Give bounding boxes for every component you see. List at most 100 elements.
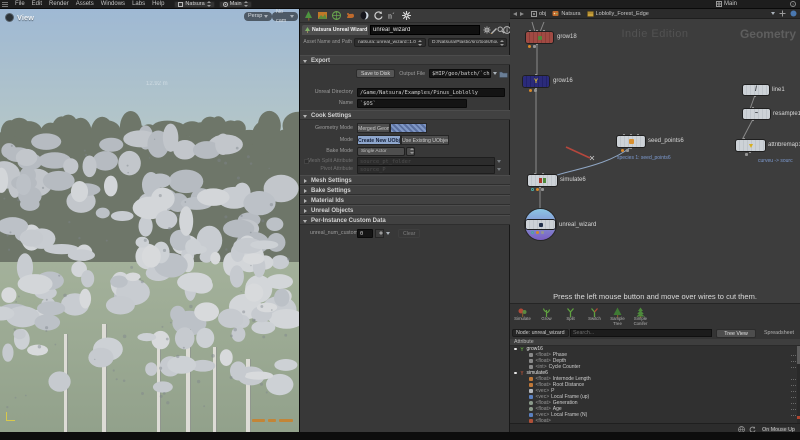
- more-icon[interactable]: [791, 402, 792, 404]
- animal-tool-icon[interactable]: [345, 10, 356, 21]
- menu-windows[interactable]: Windows: [101, 1, 125, 7]
- node-flags[interactable]: [531, 231, 544, 234]
- gear-icon[interactable]: [401, 10, 412, 21]
- menu-labs[interactable]: Labs: [132, 1, 145, 7]
- node-flags[interactable]: [529, 89, 537, 92]
- persp-button[interactable]: Persp: [244, 12, 273, 21]
- bake-mode-select[interactable]: Single Actor: [357, 146, 405, 156]
- asset-icon: [305, 27, 310, 33]
- more-icon[interactable]: [791, 408, 792, 410]
- forward-icon[interactable]: [520, 11, 524, 16]
- more-icon[interactable]: [791, 360, 792, 362]
- tree-view-button[interactable]: Tree View: [716, 328, 756, 338]
- tool-split[interactable]: Split: [559, 305, 582, 327]
- menu-edit[interactable]: Edit: [32, 1, 42, 7]
- tree-tool-icon[interactable]: [303, 10, 314, 21]
- more-icon[interactable]: [791, 378, 792, 380]
- node-grow16[interactable]: Y: [523, 76, 549, 87]
- scene-selector[interactable]: Main: [218, 0, 252, 8]
- node-flags[interactable]: [531, 188, 544, 191]
- spreadsheet-view-button[interactable]: Spreadsheet View: [758, 329, 800, 345]
- material-ids-header[interactable]: Material Ids: [300, 195, 510, 205]
- parameter-tab[interactable]: Natsura Unreal Wizard: [302, 25, 368, 35]
- more-icon[interactable]: [791, 414, 792, 416]
- export-section-header[interactable]: Export: [300, 55, 510, 65]
- pin-icon[interactable]: [779, 10, 786, 17]
- node-unreal-wizard[interactable]: [526, 220, 555, 229]
- node-line1[interactable]: /: [743, 85, 769, 95]
- wireframe-globe-icon[interactable]: [331, 10, 342, 21]
- mesh-settings-header[interactable]: Mesh Settings: [300, 175, 510, 185]
- geometry-mode-instanced[interactable]: [390, 122, 427, 133]
- custom-count-label: unreal_num_custom_...: [310, 230, 366, 236]
- menu-caret-icon[interactable]: [493, 72, 498, 75]
- unreal-directory-field[interactable]: /Game/Natsura/Examples/Pinus_Loblolly: [357, 87, 505, 97]
- mode-create-new[interactable]: Create New UObjects: [357, 134, 401, 145]
- geometry-mode-merged[interactable]: Merged Geometry: [357, 122, 390, 133]
- breadcrumb-natsura[interactable]: Natsura: [552, 10, 581, 17]
- cook-settings-header[interactable]: Cook Settings: [300, 110, 510, 120]
- node-simulate6[interactable]: [528, 175, 557, 186]
- desktop-selector[interactable]: Natsura: [174, 0, 215, 8]
- n-prime-icon[interactable]: n´: [387, 10, 398, 21]
- menu-caret-icon[interactable]: [386, 231, 390, 235]
- node-label: line1: [772, 87, 785, 93]
- asset-path-select[interactable]: D:/Natsura/Plastic/src/tools/houdini/hou…: [428, 38, 507, 47]
- path-menu-caret-icon[interactable]: [771, 12, 775, 15]
- attribute-column-header[interactable]: Attribute: [510, 339, 800, 346]
- tool-simple-conifer[interactable]: Simple Conifer: [629, 305, 652, 327]
- mode-use-existing[interactable]: Use Existing UObjects: [401, 134, 449, 145]
- tool-sample-tree[interactable]: Sample Tree: [606, 305, 629, 327]
- menu-file[interactable]: File: [15, 1, 25, 7]
- pivot-attribute-field[interactable]: source_P: [357, 164, 495, 174]
- hamburger-icon[interactable]: [2, 1, 8, 7]
- stepper-icon[interactable]: [375, 228, 384, 238]
- measure-label: 12.92 m: [146, 81, 168, 87]
- more-icon[interactable]: [791, 384, 792, 386]
- viewport-menu-icon[interactable]: [5, 13, 14, 22]
- mesh-split-checkbox[interactable]: [304, 158, 309, 164]
- per-instance-custom-data-header[interactable]: Per-Instance Custom Data: [300, 215, 510, 225]
- asset-name-select[interactable]: natsura::unreal_wizard::1.0: [354, 38, 426, 47]
- more-icon[interactable]: [791, 390, 792, 392]
- camera-button[interactable]: No cam: [272, 9, 298, 24]
- bake-mode-updown[interactable]: [406, 146, 415, 156]
- link-icon[interactable]: [790, 10, 797, 17]
- tool-simulate[interactable]: Simulate: [511, 305, 534, 327]
- node-flags[interactable]: [621, 149, 629, 152]
- node-name-input[interactable]: [370, 25, 480, 35]
- node-grow18[interactable]: [526, 32, 553, 43]
- pane-tab-main[interactable]: Main: [716, 1, 737, 7]
- output-file-field[interactable]: $HIP/geo/batch/`chs("nam: [429, 69, 492, 78]
- name-field[interactable]: `$OS`: [357, 98, 467, 108]
- more-icon[interactable]: [791, 366, 792, 368]
- file-chooser-icon[interactable]: [499, 70, 508, 78]
- tool-grow[interactable]: Grow: [535, 305, 558, 327]
- node-flags[interactable]: [745, 153, 748, 156]
- clear-button[interactable]: Clear: [398, 228, 421, 238]
- node-flags[interactable]: [528, 45, 536, 48]
- refresh-icon[interactable]: [373, 10, 384, 21]
- node-attribremap1[interactable]: [736, 140, 765, 151]
- network-canvas[interactable]: Indie Edition Geometry grow18 Y grow16 s…: [510, 19, 800, 303]
- breadcrumb-obj[interactable]: obj: [531, 10, 546, 17]
- unreal-objects-header[interactable]: Unreal Objects: [300, 205, 510, 215]
- image-tool-icon[interactable]: [317, 10, 328, 21]
- help-icon[interactable]: ?: [790, 1, 796, 7]
- save-to-disk-button[interactable]: Save to Disk: [356, 69, 396, 78]
- node-resample1[interactable]: ~: [743, 109, 770, 119]
- menu-render[interactable]: Render: [49, 1, 69, 7]
- node-seed-points6[interactable]: [617, 136, 645, 147]
- bake-settings-header[interactable]: Bake Settings: [300, 185, 510, 195]
- moon-icon[interactable]: [359, 10, 370, 21]
- back-icon[interactable]: [513, 11, 517, 16]
- tool-switch[interactable]: Switch: [583, 305, 606, 327]
- scene-viewport[interactable]: View Persp No cam 12.92 m: [0, 9, 320, 432]
- more-icon[interactable]: [791, 354, 792, 356]
- attribute-search-input[interactable]: [570, 329, 712, 337]
- breadcrumb-loblolly-forest-edge[interactable]: Loblolly_Forest_Edge: [586, 10, 649, 17]
- more-icon[interactable]: [791, 396, 792, 398]
- menu-assets[interactable]: Assets: [76, 1, 94, 7]
- custom-count-field[interactable]: 0: [357, 228, 373, 238]
- menu-help[interactable]: Help: [152, 1, 164, 7]
